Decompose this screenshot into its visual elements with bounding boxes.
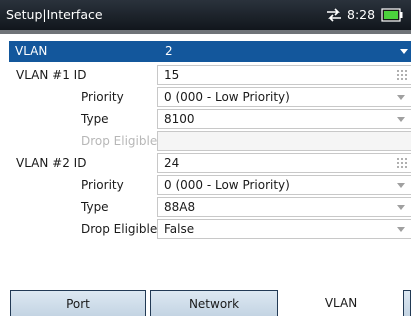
vlan-count-value: 2 bbox=[165, 44, 173, 58]
vlan1-id-input[interactable]: 15 bbox=[157, 65, 411, 85]
vlan1-drop-eligible-field bbox=[157, 131, 411, 151]
vlan2-id-label: VLAN #2 ID bbox=[9, 153, 157, 174]
vlan1-drop-label: Drop Eligible bbox=[9, 131, 157, 152]
vlan2-type-value: 88A8 bbox=[164, 200, 196, 214]
vlan2-priority-select[interactable]: 0 (000 - Low Priority) bbox=[157, 175, 411, 195]
vlan2-type-label: Type bbox=[9, 197, 157, 218]
vlan2-drop-label: Drop Eligible bbox=[9, 219, 157, 240]
chevron-down-icon bbox=[397, 183, 405, 188]
chevron-down-icon bbox=[397, 117, 405, 122]
vlan1-priority-value: 0 (000 - Low Priority) bbox=[164, 90, 290, 104]
battery-icon bbox=[381, 8, 403, 22]
tab-port-label: Port bbox=[66, 297, 90, 311]
tab-overflow[interactable] bbox=[403, 290, 411, 316]
vlan2-id-label-text: VLAN #2 ID bbox=[16, 156, 87, 170]
tab-vlan[interactable]: VLAN bbox=[280, 290, 402, 316]
chevron-down-icon bbox=[397, 227, 405, 232]
chevron-down-icon bbox=[397, 205, 405, 210]
vlan1-type-label-text: Type bbox=[81, 112, 109, 126]
clock: 8:28 bbox=[347, 7, 376, 22]
vlan2-priority-label-text: Priority bbox=[81, 178, 124, 192]
tab-bar: Port Network VLAN bbox=[0, 290, 411, 316]
vlan2-priority-value: 0 (000 - Low Priority) bbox=[164, 178, 290, 192]
chevron-down-icon bbox=[397, 95, 405, 100]
network-transfer-icon bbox=[327, 8, 341, 22]
chevron-down-icon bbox=[400, 49, 408, 54]
tab-network-label: Network bbox=[188, 297, 240, 311]
vlan2-id-value: 24 bbox=[164, 156, 180, 170]
vlan2-id-input[interactable]: 24 bbox=[157, 153, 411, 173]
vlan1-id-label: VLAN #1 ID bbox=[9, 65, 157, 86]
vlan2-drop-eligible-select[interactable]: False bbox=[157, 219, 411, 239]
title-bar-border bbox=[0, 30, 411, 34]
vlan2-type-select[interactable]: 88A8 bbox=[157, 197, 411, 217]
keypad-icon[interactable] bbox=[397, 158, 407, 168]
vlan1-priority-label-text: Priority bbox=[81, 90, 124, 104]
tab-port[interactable]: Port bbox=[10, 290, 146, 316]
title-bar: Setup|Interface 8:28 bbox=[0, 0, 411, 30]
vlan1-type-value: 8100 bbox=[164, 112, 195, 126]
vlan1-type-select[interactable]: 8100 bbox=[157, 109, 411, 129]
vlan2-drop-value: False bbox=[164, 222, 195, 236]
tab-vlan-label: VLAN bbox=[324, 296, 358, 310]
vlan1-id-label-text: VLAN #1 ID bbox=[16, 68, 87, 82]
vlan2-priority-label: Priority bbox=[9, 175, 157, 196]
vlan1-type-label: Type bbox=[9, 109, 157, 130]
keypad-icon[interactable] bbox=[397, 70, 407, 80]
window-title: Setup|Interface bbox=[6, 7, 103, 22]
vlan1-id-value: 15 bbox=[164, 68, 180, 82]
vlan1-priority-label: Priority bbox=[9, 87, 157, 108]
vlan-count-select[interactable]: VLAN 2 bbox=[9, 41, 411, 62]
vlan-count-label: VLAN bbox=[15, 44, 48, 58]
vlan1-drop-label-text: Drop Eligible bbox=[81, 134, 158, 148]
vlan1-priority-select[interactable]: 0 (000 - Low Priority) bbox=[157, 87, 411, 107]
vlan2-drop-label-text: Drop Eligible bbox=[81, 222, 158, 236]
vlan2-type-label-text: Type bbox=[81, 200, 109, 214]
tab-network[interactable]: Network bbox=[150, 290, 278, 316]
